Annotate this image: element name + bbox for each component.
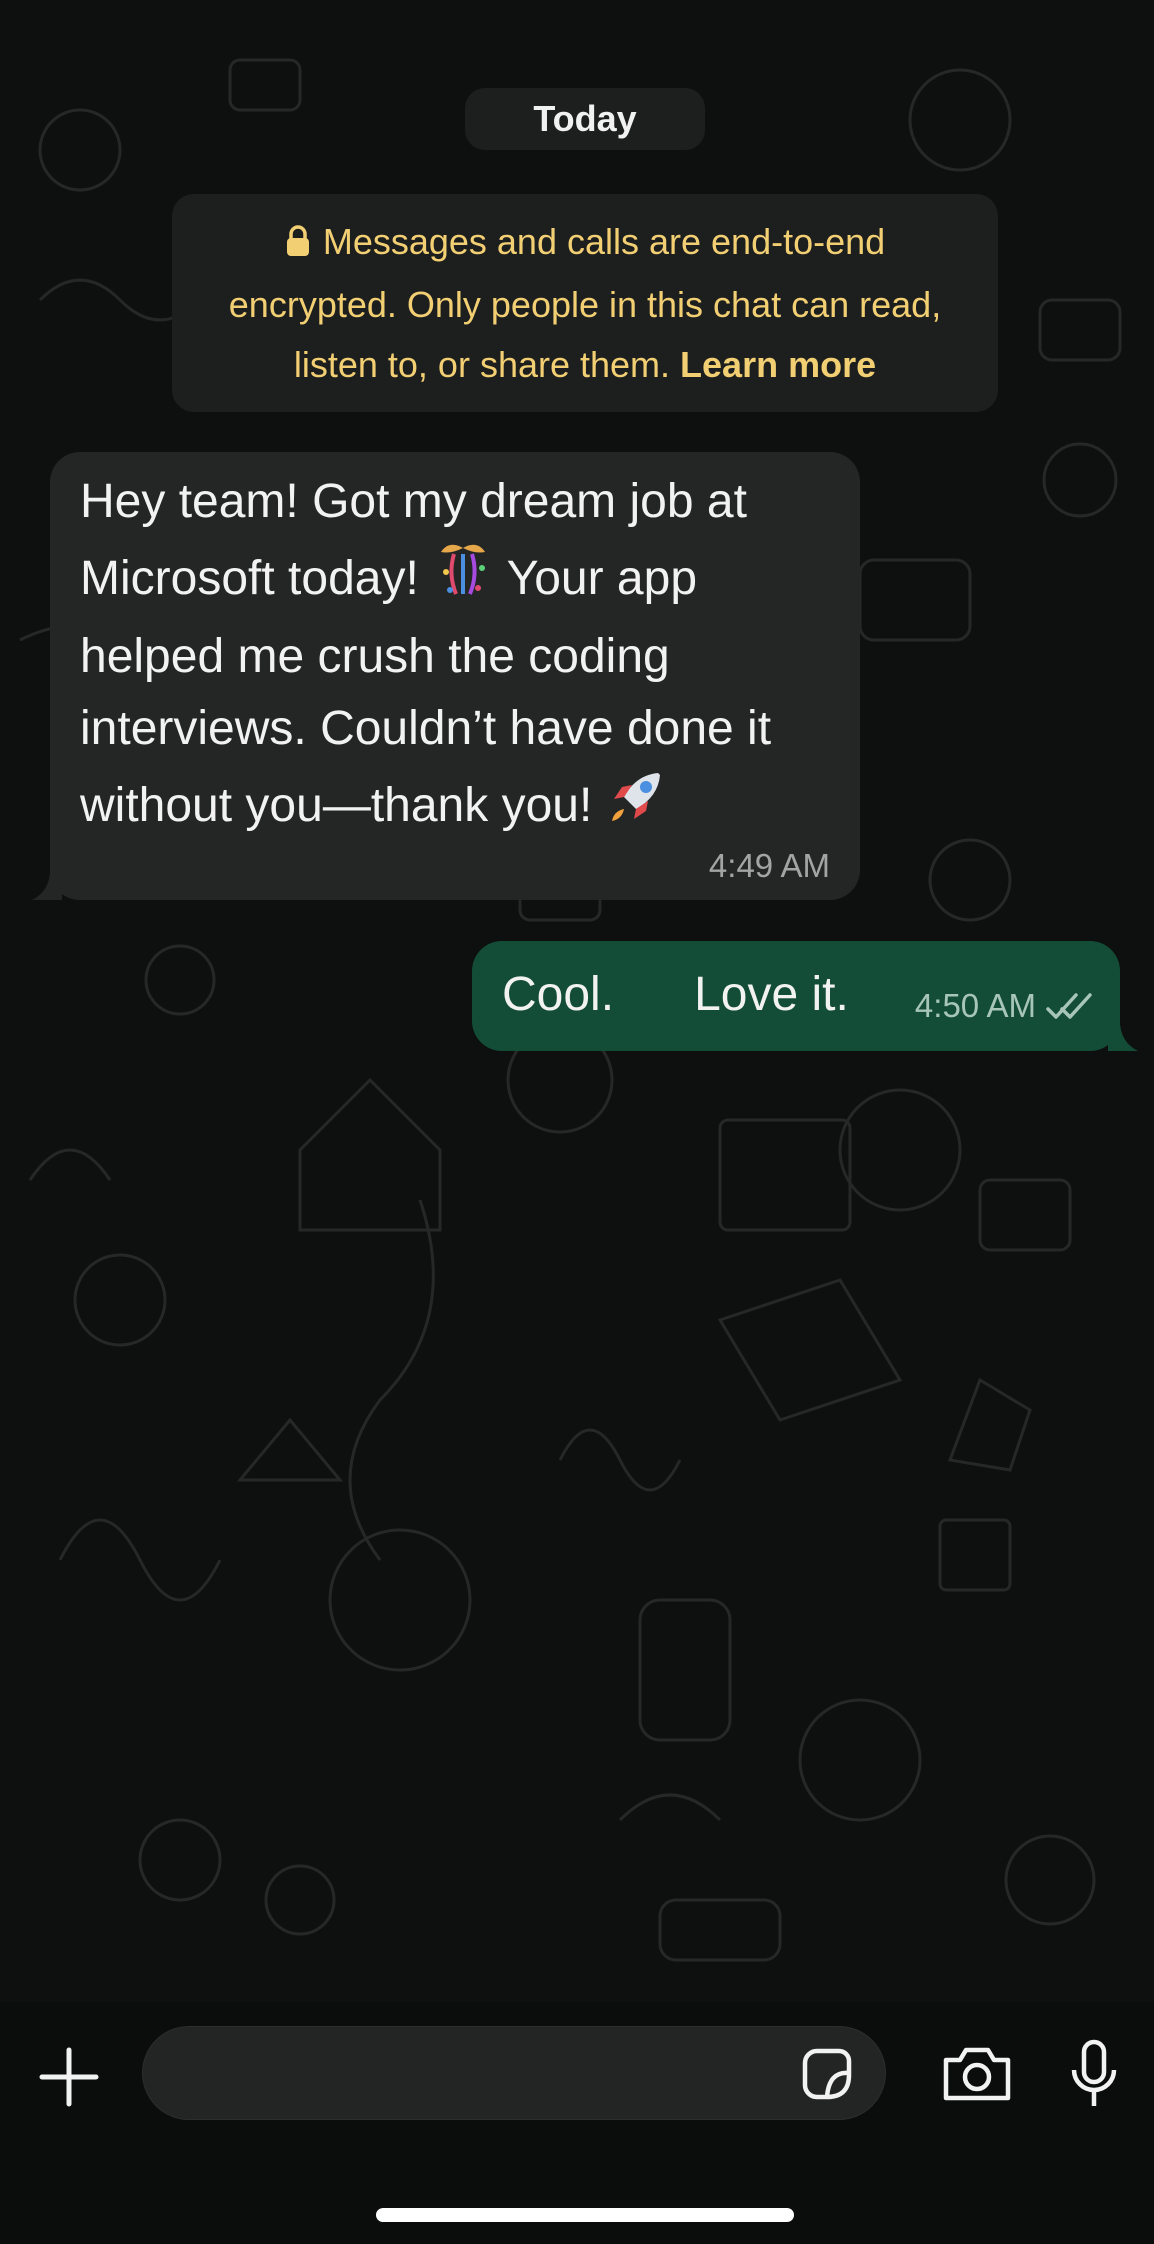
message-meta: 4:50 AM [915, 978, 1092, 1033]
learn-more-link[interactable]: Learn more [680, 344, 876, 385]
encryption-notice[interactable]: Messages and calls are end-to-end encryp… [172, 194, 998, 412]
message-line-5: without you—thank you! [80, 765, 830, 848]
double-check-icon [1046, 978, 1092, 1033]
message-line-4: interviews. Couldn’t have done it [80, 702, 772, 755]
lock-icon [285, 215, 311, 275]
camera-icon[interactable] [940, 2044, 1014, 2104]
outgoing-message[interactable]: Cool. Love it. 4:50 AM [472, 941, 1138, 1051]
bubble-tail [32, 864, 62, 900]
message-timestamp: 4:50 AM [914, 987, 1036, 1024]
message-line-2: Microsoft today! Your app [80, 538, 830, 621]
confetti-icon [432, 538, 494, 621]
sticker-icon[interactable] [797, 2045, 855, 2103]
rocket-icon [606, 765, 668, 848]
incoming-message[interactable]: Hey team! Got my dream job at Microsoft … [32, 452, 860, 900]
bubble-tail [1108, 1015, 1138, 1051]
plus-icon[interactable] [36, 2044, 102, 2110]
microphone-icon[interactable] [1068, 2038, 1120, 2110]
home-indicator [376, 2208, 794, 2222]
message-input-container[interactable] [142, 2026, 886, 2121]
date-divider: Today [465, 88, 705, 150]
message-timestamp: 4:49 AM [708, 847, 830, 884]
message-line-3: helped me crush the coding [80, 630, 670, 683]
chat-background: Today Messages and calls are end-to-end … [0, 0, 1154, 2002]
composer-bar [0, 2002, 1154, 2244]
message-input[interactable] [173, 2027, 797, 2121]
outgoing-message-text: Cool. Love it. [502, 968, 849, 1021]
message-line: Hey team! Got my dream job at [80, 475, 747, 528]
